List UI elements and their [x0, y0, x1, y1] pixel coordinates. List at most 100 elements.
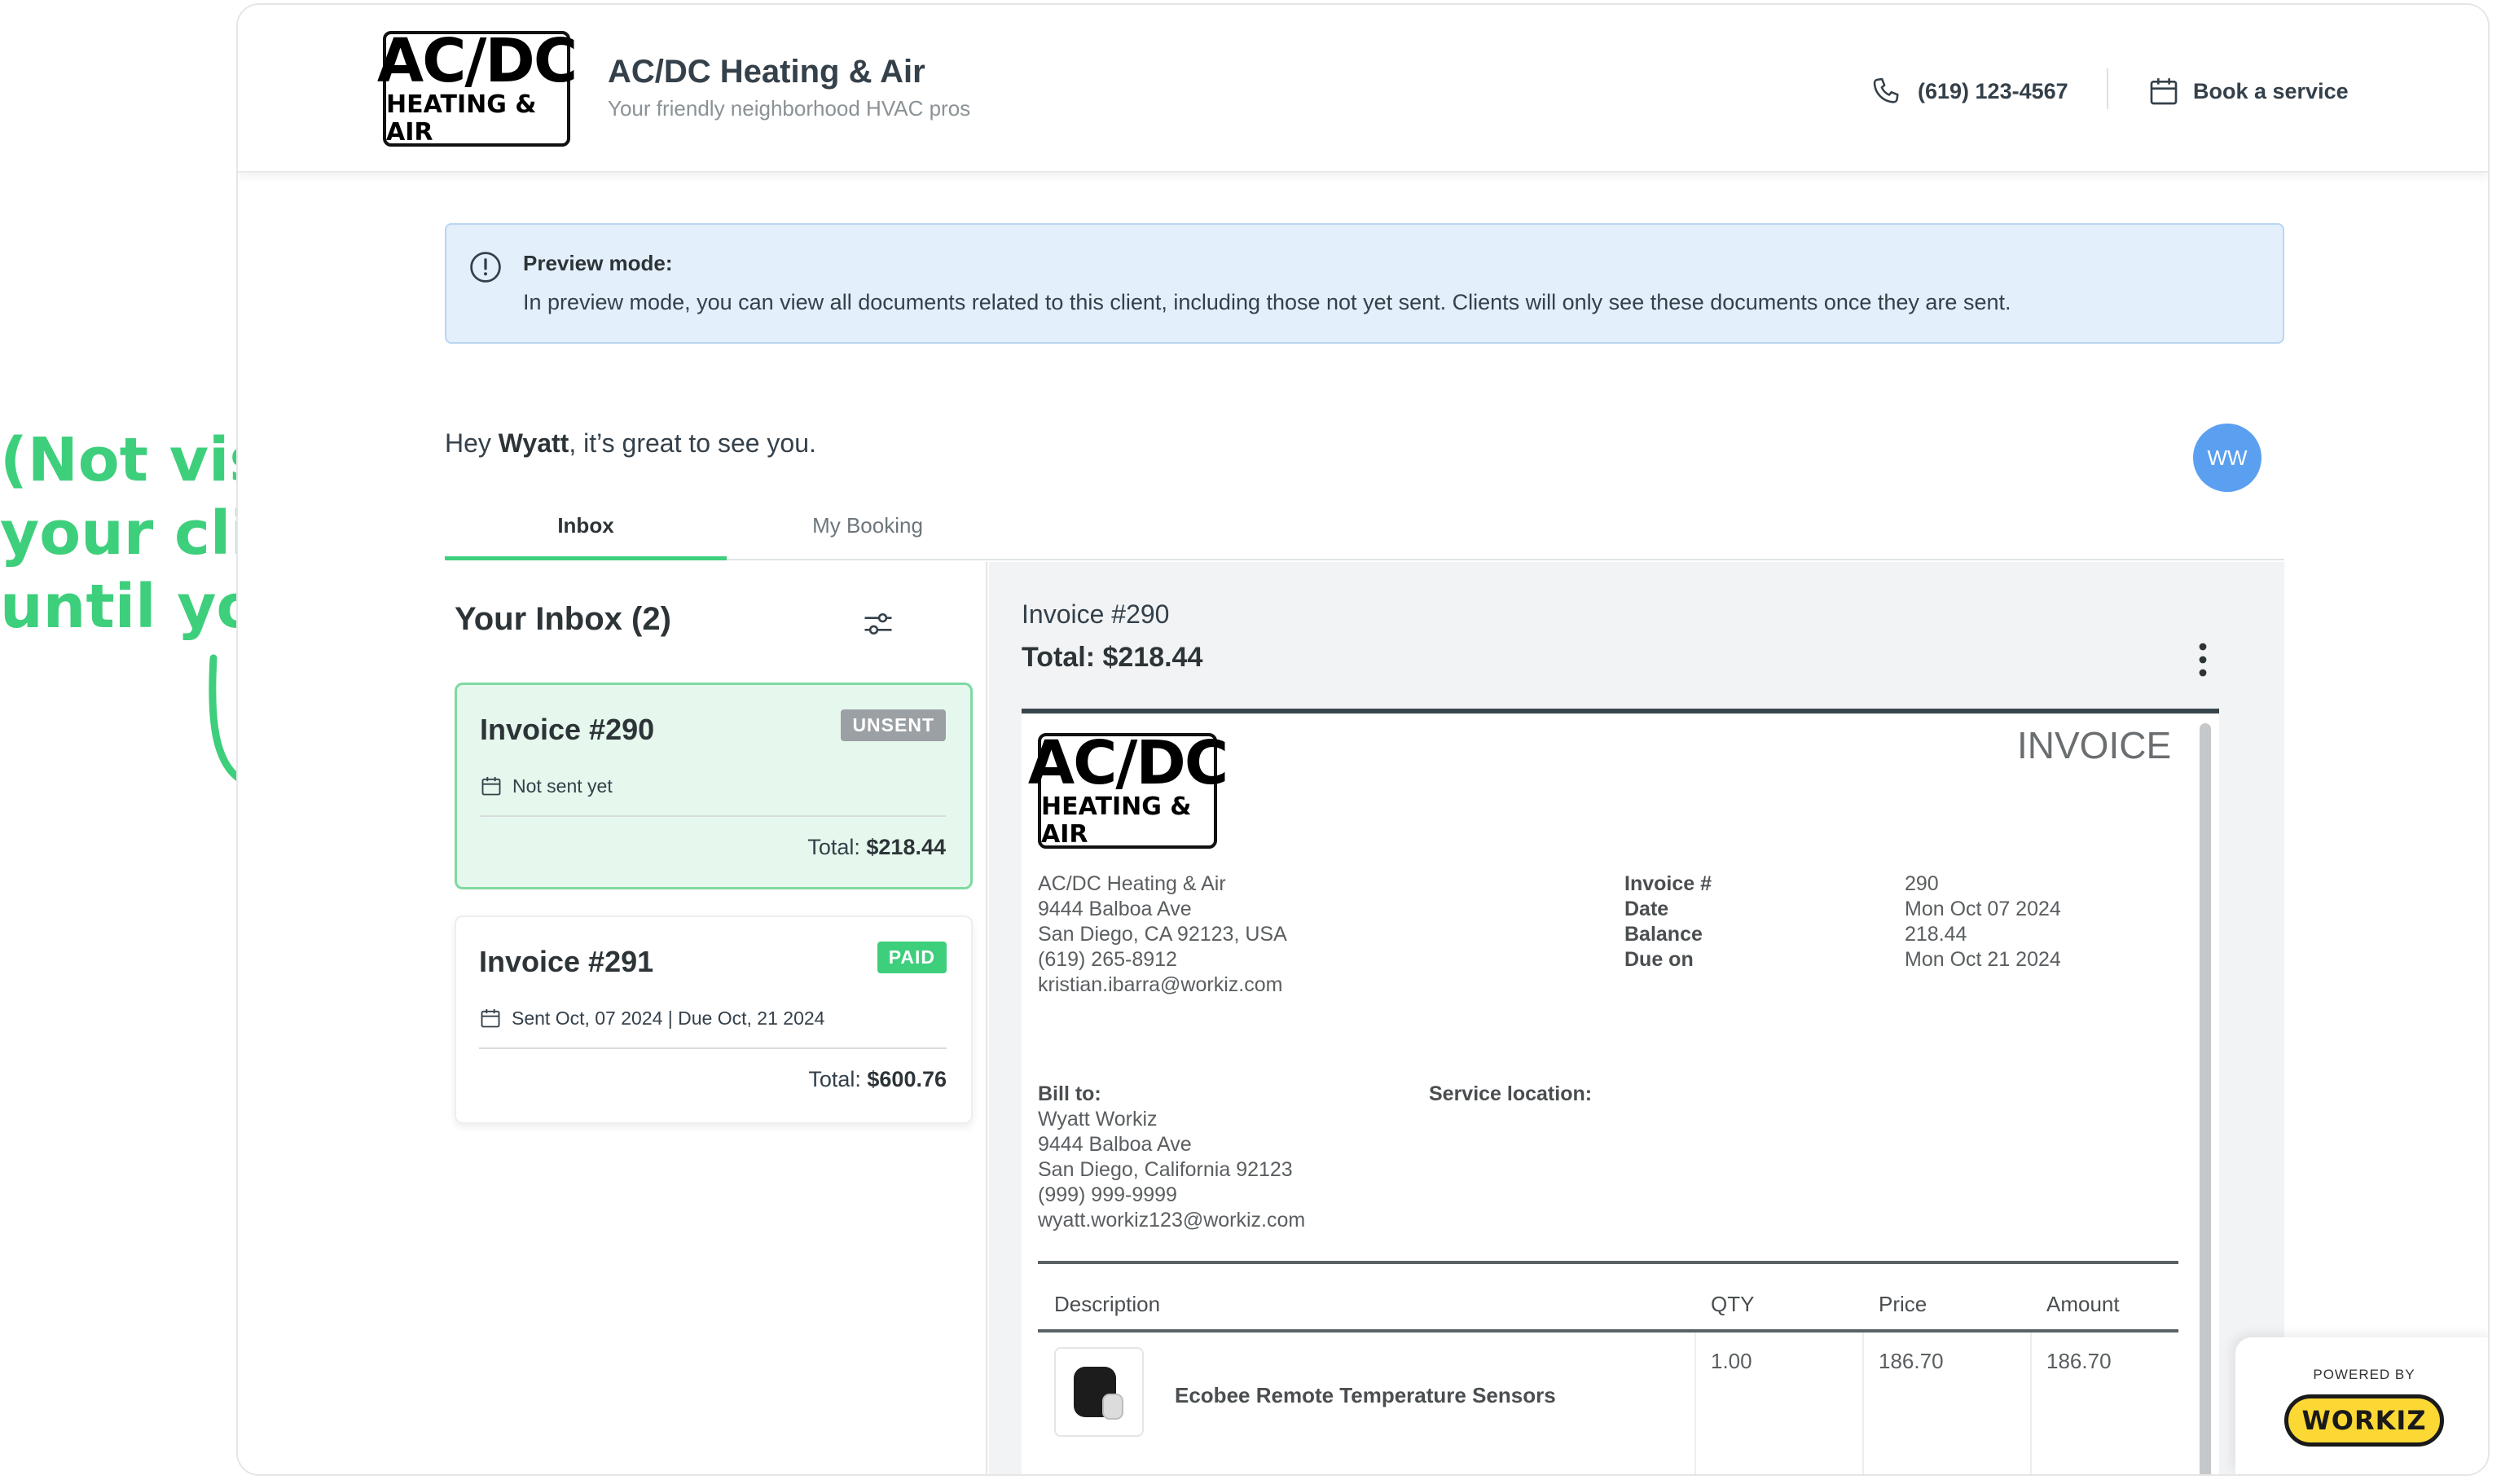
column-divider	[1862, 1333, 1864, 1474]
bill-to-line: 9444 Balboa Ave	[1038, 1133, 1192, 1156]
meta-value: 290	[1905, 872, 1939, 895]
avatar[interactable]: WW	[2193, 424, 2261, 492]
invoice-card-total: Total: $218.44	[807, 835, 946, 860]
meta-key: Date	[1624, 898, 1669, 920]
document-scrollbar[interactable]	[2200, 723, 2211, 1474]
workiz-logo: WORKIZ	[2284, 1394, 2444, 1447]
invoice-card-title: Invoice #290	[480, 713, 655, 746]
bill-to-line: Wyatt Workiz	[1038, 1108, 1158, 1131]
info-icon	[470, 252, 501, 283]
logo-subtext: HEATING & AIR	[386, 90, 537, 147]
invoice-card-date: Not sent yet	[480, 775, 613, 797]
card-divider	[479, 1047, 947, 1049]
meta-value: 218.44	[1905, 923, 1967, 946]
from-line: (619) 265-8912	[1038, 948, 1177, 971]
line-item-price: 186.70	[1879, 1349, 1944, 1373]
powered-by-badge[interactable]: POWERED BY WORKIZ	[2235, 1337, 2488, 1474]
line-item-qty: 1.00	[1711, 1349, 1752, 1373]
phone-icon	[1873, 77, 1899, 103]
invoice-card-date-text: Sent Oct, 07 2024 | Due Oct, 21 2024	[512, 1007, 825, 1029]
powered-by-label: POWERED BY	[2313, 1367, 2415, 1382]
column-header-price: Price	[1879, 1292, 1927, 1316]
calendar-icon	[2150, 78, 2178, 105]
invoice-document: AC/DC HEATING & AIR INVOICE AC/DC Heatin…	[1022, 709, 2219, 1474]
table-top-rule	[1038, 1261, 2178, 1264]
invoice-meta-keys: Invoice # Date Balance Due on	[1624, 872, 1712, 973]
invoice-card-291[interactable]: Invoice #291 PAID Sent Oct, 07 2024 | Du…	[455, 915, 973, 1124]
invoice-card-date-text: Not sent yet	[512, 775, 613, 797]
header-divider	[2107, 68, 2108, 109]
book-service-label: Book a service	[2193, 78, 2349, 103]
calendar-icon	[481, 776, 501, 796]
total-label: Total:	[808, 1067, 861, 1091]
business-name: AC/DC Heating & Air	[608, 54, 925, 90]
invoice-number-label: Invoice #290	[1022, 599, 1170, 629]
greeting-prefix: Hey	[445, 428, 499, 458]
phone-link[interactable]: (619) 123-4567	[1870, 75, 2068, 108]
service-location-label: Service location:	[1429, 1082, 1593, 1105]
bill-to-label: Bill to:	[1038, 1082, 1101, 1105]
inbox-panel: Your Inbox (2) Invoice #290 UNSENT Not s…	[445, 562, 987, 1474]
portal-header: AC/DC HEATING & AIR AC/DC Heating & Air …	[238, 5, 2488, 173]
logo-text: AC/DC	[376, 26, 578, 96]
tab-my-booking[interactable]: My Booking	[727, 513, 1009, 560]
bill-to-line: San Diego, California 92123	[1038, 1158, 1293, 1181]
client-portal-window: AC/DC HEATING & AIR AC/DC Heating & Air …	[236, 3, 2490, 1476]
meta-value: Mon Oct 07 2024	[1905, 898, 2061, 920]
column-divider	[2030, 1333, 2032, 1474]
meta-key: Due on	[1624, 948, 1694, 971]
greeting: Hey Wyatt, it’s great to see you.	[445, 428, 816, 459]
book-service-button[interactable]: Book a service	[2147, 75, 2349, 108]
from-line: San Diego, CA 92123, USA	[1038, 923, 1287, 946]
line-item-amount: 186.70	[2046, 1349, 2112, 1373]
logo-text: AC/DC	[1027, 728, 1229, 798]
invoice-card-title: Invoice #291	[479, 945, 654, 978]
table-header-rule	[1038, 1329, 2178, 1333]
document-heading: INVOICE	[2017, 724, 2172, 766]
invoice-card-total: Total: $600.76	[808, 1067, 947, 1092]
product-thumbnail	[1054, 1347, 1144, 1437]
invoice-total: Total: $218.44	[1022, 642, 1203, 673]
invoice-card-date: Sent Oct, 07 2024 | Due Oct, 21 2024	[479, 1007, 824, 1030]
total-value: $218.44	[866, 835, 946, 859]
preview-text: In preview mode, you can view all docume…	[523, 290, 2011, 314]
meta-key: Invoice #	[1624, 872, 1712, 895]
business-tagline: Your friendly neighborhood HVAC pros	[608, 96, 971, 121]
column-header-description: Description	[1054, 1292, 1161, 1316]
total-value: $600.76	[867, 1067, 947, 1091]
bill-to-line: wyatt.workiz123@workiz.com	[1038, 1209, 1306, 1232]
meta-key: Balance	[1624, 923, 1703, 946]
preview-title: Preview mode:	[523, 251, 673, 275]
from-address: AC/DC Heating & Air 9444 Balboa Ave San …	[1038, 872, 1287, 998]
calendar-icon	[481, 1008, 500, 1028]
logo-subtext: HEATING & AIR	[1041, 792, 1192, 849]
preview-mode-banner: Preview mode: In preview mode, you can v…	[445, 223, 2284, 344]
invoice-detail-panel: Invoice #290 Total: $218.44 AC/DC HEATIN…	[989, 562, 2284, 1474]
phone-number: (619) 123-4567	[1918, 78, 2068, 103]
greeting-suffix: , it’s great to see you.	[569, 428, 816, 458]
meta-value: Mon Oct 21 2024	[1905, 948, 2061, 971]
column-divider	[1694, 1333, 1696, 1474]
column-header-amount: Amount	[2046, 1292, 2120, 1316]
column-header-qty: QTY	[1711, 1292, 1755, 1316]
company-logo: AC/DC HEATING & AIR	[377, 31, 578, 147]
from-line: kristian.ibarra@workiz.com	[1038, 973, 1283, 996]
more-options-icon[interactable]	[2195, 640, 2211, 679]
from-line: AC/DC Heating & Air	[1038, 872, 1226, 895]
document-logo: AC/DC HEATING & AIR	[1028, 733, 1229, 849]
invoice-card-290[interactable]: Invoice #290 UNSENT Not sent yet Total: …	[455, 683, 973, 889]
greeting-name: Wyatt	[498, 428, 569, 458]
status-badge: PAID	[877, 942, 947, 973]
status-badge: UNSENT	[841, 709, 946, 741]
filter-icon[interactable]	[860, 606, 896, 642]
inbox-title: Your Inbox (2)	[455, 601, 671, 637]
portal-tabs: Inbox My Booking	[445, 494, 2284, 560]
line-item-description: Ecobee Remote Temperature Sensors	[1175, 1383, 1556, 1407]
bill-to-block: Bill to: Wyatt Workiz 9444 Balboa Ave Sa…	[1038, 1082, 1305, 1233]
invoice-meta-values: 290 Mon Oct 07 2024 218.44 Mon Oct 21 20…	[1905, 872, 2061, 973]
total-label: Total:	[807, 835, 860, 859]
tab-inbox[interactable]: Inbox	[445, 513, 727, 560]
thermostat-sensor-icon	[1074, 1367, 1123, 1420]
card-divider	[480, 815, 946, 817]
from-line: 9444 Balboa Ave	[1038, 898, 1192, 920]
